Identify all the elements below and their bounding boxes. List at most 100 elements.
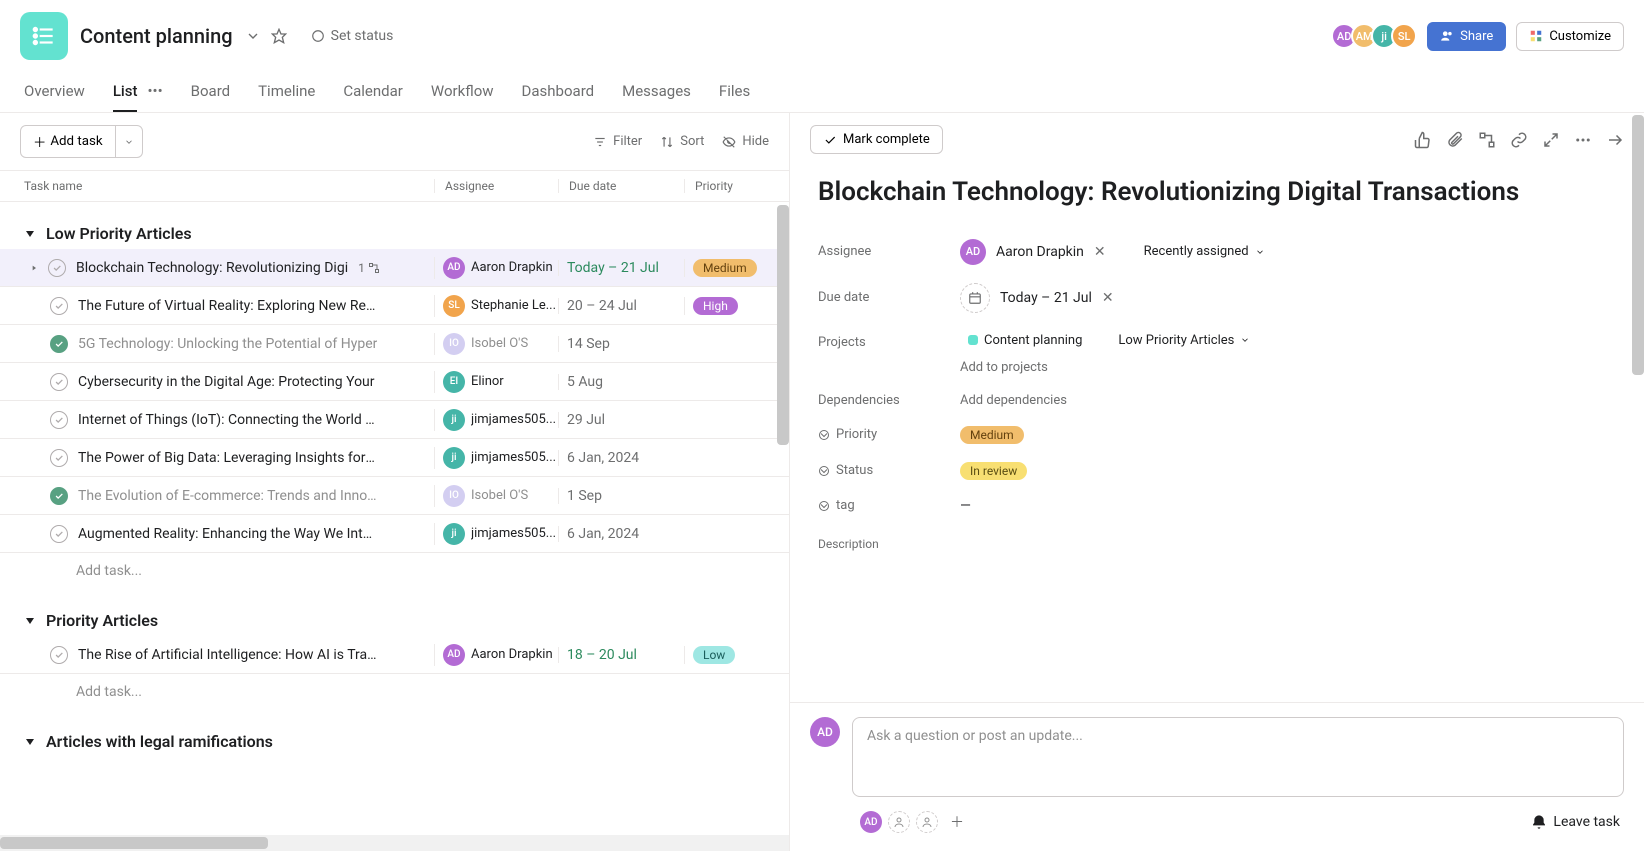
link-icon[interactable] [1510,131,1528,149]
complete-checkbox[interactable] [50,411,68,429]
task-row[interactable]: Internet of Things (IoT): Connecting the… [0,401,789,439]
collaborator-avatar[interactable]: AD [860,811,882,833]
task-row[interactable]: 5G Technology: Unlocking the Potential o… [0,325,789,363]
filter-button[interactable]: Filter [593,134,642,149]
task-row[interactable]: Cybersecurity in the Digital Age: Protec… [0,363,789,401]
priority-pill[interactable]: Low [693,646,735,664]
tab-overview[interactable]: Overview [24,72,85,112]
task-row[interactable]: The Power of Big Data: Leveraging Insigh… [0,439,789,477]
due-date[interactable]: 1 Sep [558,488,684,504]
customize-button[interactable]: Customize [1516,22,1624,51]
task-title[interactable]: Blockchain Technology: Revolutionizing D… [818,176,1616,210]
section-header[interactable]: Priority Articles [0,607,789,636]
complete-checkbox[interactable] [50,525,68,543]
add-to-projects-link[interactable]: Add to projects [960,360,1048,375]
tab-files[interactable]: Files [719,72,750,112]
due-date[interactable]: 18 – 20 Jul [558,647,684,663]
sort-button[interactable]: Sort [660,134,704,149]
table-header: Task name Assignee Due date Priority [0,170,789,202]
priority-pill[interactable]: Medium [960,426,1024,444]
assignee-avatar: SL [443,295,465,317]
add-icon[interactable]: ＋ [950,812,964,832]
task-row[interactable]: The Future of Virtual Reality: Exploring… [0,287,789,325]
expand-icon[interactable] [1542,131,1560,149]
star-icon[interactable] [271,28,287,44]
remove-assignee-icon[interactable]: ✕ [1094,244,1106,260]
task-name: Cybersecurity in the Digital Age: Protec… [78,374,375,390]
due-date[interactable]: 29 Jul [558,412,684,428]
task-row[interactable]: Blockchain Technology: Revolutionizing D… [0,249,789,287]
comment-input[interactable]: Ask a question or post an update... [852,717,1624,797]
member-avatar[interactable]: SL [1391,23,1417,49]
tab-list[interactable]: List [113,72,138,112]
share-button[interactable]: Share [1427,22,1506,51]
assignee-name[interactable]: Aaron Drapkin [996,244,1084,260]
add-dependencies-link[interactable]: Add dependencies [960,393,1067,408]
complete-checkbox[interactable] [50,373,68,391]
hide-button[interactable]: Hide [722,134,769,149]
attachment-icon[interactable] [1446,131,1464,149]
assignee-avatar: ji [443,409,465,431]
calendar-icon[interactable] [960,283,990,313]
subtask-icon[interactable] [1478,131,1496,149]
tab-board[interactable]: Board [191,72,230,112]
add-collaborator-icon[interactable] [888,811,910,833]
section-header[interactable]: Low Priority Articles [0,220,789,249]
due-date[interactable]: Today – 21 Jul [558,260,684,276]
view-tabs: Overview List ••• Board Timeline Calendar Work… [0,72,1644,113]
project-title[interactable]: Content planning [80,24,233,48]
due-date-value[interactable]: Today – 21 Jul [1000,290,1092,306]
tab-messages[interactable]: Messages [622,72,691,112]
member-avatars[interactable]: ADAMjiSL [1337,23,1417,49]
assignee-avatar: ji [443,523,465,545]
close-panel-icon[interactable] [1606,131,1624,149]
like-icon[interactable] [1414,131,1432,149]
status-pill[interactable]: In review [960,462,1027,480]
complete-checkbox[interactable] [50,449,68,467]
chevron-down-icon[interactable] [245,28,261,44]
vertical-scrollbar[interactable] [775,203,789,835]
priority-pill[interactable]: High [693,297,738,315]
task-row[interactable]: The Rise of Artificial Intelligence: How… [0,636,789,674]
add-task-button[interactable]: ＋Add task [20,125,143,158]
add-collaborator-icon[interactable] [916,811,938,833]
due-date[interactable]: 6 Jan, 2024 [558,526,684,542]
task-name: The Evolution of E-commerce: Trends and … [78,488,378,504]
due-date[interactable]: 20 – 24 Jul [558,298,684,314]
more-icon[interactable] [1574,131,1592,149]
projects-label: Projects [818,331,960,350]
complete-checkbox[interactable] [50,646,68,664]
horizontal-scrollbar[interactable] [0,835,789,851]
tag-value[interactable]: — [960,498,971,514]
section-dropdown[interactable]: Low Priority Articles [1110,331,1258,350]
due-date[interactable]: 14 Sep [558,336,684,352]
project-chip[interactable]: Content planning [960,331,1090,350]
tab-workflow[interactable]: Workflow [431,72,494,112]
add-task-inline[interactable]: Add task... [0,674,789,710]
add-task-inline[interactable]: Add task... [0,553,789,589]
clear-due-icon[interactable]: ✕ [1102,290,1114,306]
tab-calendar[interactable]: Calendar [343,72,403,112]
tab-more-icon[interactable]: ••• [147,72,162,112]
section-header[interactable]: Articles with legal ramifications [0,728,789,757]
status-icon[interactable]: Set status [311,28,394,44]
task-row[interactable]: Augmented Reality: Enhancing the Way We … [0,515,789,553]
complete-checkbox[interactable] [50,335,68,353]
mark-complete-button[interactable]: Mark complete [810,125,943,154]
vertical-scrollbar[interactable] [1630,113,1644,851]
due-date[interactable]: 6 Jan, 2024 [558,450,684,466]
task-row[interactable]: The Evolution of E-commerce: Trends and … [0,477,789,515]
recently-assigned-dropdown[interactable]: Recently assigned [1136,242,1273,261]
complete-checkbox[interactable] [48,259,66,277]
due-date[interactable]: 5 Aug [558,374,684,390]
tab-timeline[interactable]: Timeline [258,72,315,112]
due-date-label: Due date [818,290,960,305]
priority-pill[interactable]: Medium [693,259,757,277]
complete-checkbox[interactable] [50,487,68,505]
assignee-name: jimjames505... [471,450,556,465]
assignee-name: jimjames505... [471,526,556,541]
tab-dashboard[interactable]: Dashboard [522,72,595,112]
add-task-dropdown[interactable] [116,125,143,158]
leave-task-button[interactable]: Leave task [1531,814,1620,830]
complete-checkbox[interactable] [50,297,68,315]
